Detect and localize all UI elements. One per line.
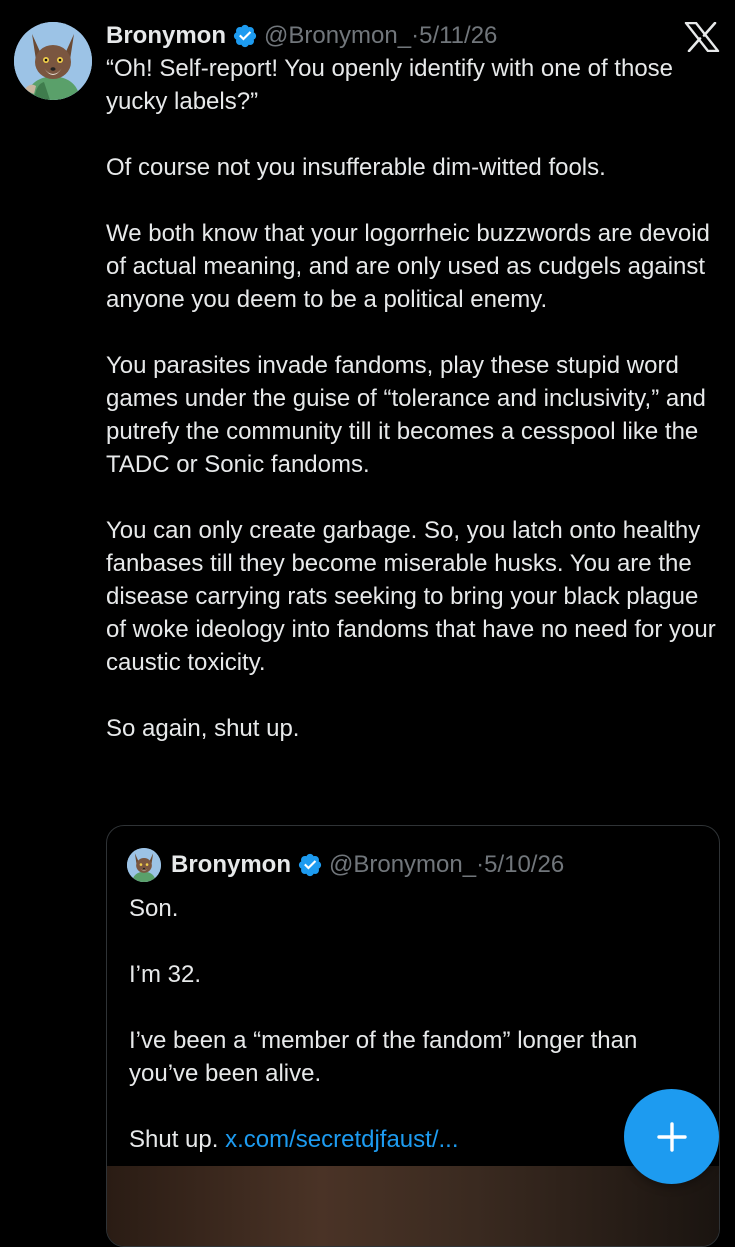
quoted-paragraph-last: Shut up. x.com/secretdjfaust/... xyxy=(129,1123,699,1156)
tweet-body: “Oh! Self-report! You openly identify wi… xyxy=(106,52,716,745)
tweet-paragraph: “Oh! Self-report! You openly identify wi… xyxy=(106,55,674,115)
tweet-date[interactable]: 5/11/26 xyxy=(419,20,497,52)
plus-icon xyxy=(656,1121,687,1152)
tweet-paragraph: You parasites invade fandoms, play these… xyxy=(106,352,706,478)
quoted-tweet-card[interactable]: Bronymon @Bronymon_ · 5/10/26 Son. I’m 3… xyxy=(106,825,720,1247)
tweet-header: Bronymon @Bronymon_ · 5/11/26 xyxy=(106,20,497,52)
tweet-paragraph: So again, shut up. xyxy=(106,715,300,742)
quoted-tweet-body: Son. I’m 32. I’ve been a “member of the … xyxy=(129,892,699,1156)
tweet-detail: Bronymon @Bronymon_ · 5/11/26 “Oh! Self-… xyxy=(0,0,735,1247)
quoted-paragraph: I’ve been a “member of the fandom” longe… xyxy=(129,1027,638,1087)
verified-badge-icon xyxy=(297,852,323,878)
quoted-paragraph: Son. xyxy=(129,895,179,922)
quoted-paragraph: I’m 32. xyxy=(129,961,202,988)
compose-button[interactable] xyxy=(624,1089,719,1184)
quoted-last-line-text: Shut up. xyxy=(129,1126,219,1153)
verified-badge-icon xyxy=(232,23,258,49)
author-name[interactable]: Bronymon xyxy=(106,20,226,52)
author-avatar[interactable] xyxy=(14,22,92,100)
header-separator: · xyxy=(476,851,485,878)
tweet-paragraph: We both know that your logorrheic buzzwo… xyxy=(106,220,710,313)
quoted-author-name[interactable]: Bronymon xyxy=(171,851,291,879)
quoted-author-handle[interactable]: @Bronymon_ xyxy=(329,851,476,879)
header-separator: · xyxy=(411,22,420,49)
quoted-tweet-header: Bronymon @Bronymon_ · 5/10/26 xyxy=(127,848,564,882)
quoted-link[interactable]: x.com/secretdjfaust/... xyxy=(225,1126,458,1153)
quoted-author-avatar[interactable] xyxy=(127,848,161,882)
author-handle[interactable]: @Bronymon_ xyxy=(264,20,411,52)
tweet-paragraph: You can only create garbage. So, you lat… xyxy=(106,517,716,676)
x-logo-icon[interactable] xyxy=(684,21,720,53)
quoted-tweet-date[interactable]: 5/10/26 xyxy=(484,851,564,879)
quoted-media-preview[interactable] xyxy=(107,1166,719,1246)
tweet-paragraph: Of course not you insufferable dim-witte… xyxy=(106,154,606,181)
